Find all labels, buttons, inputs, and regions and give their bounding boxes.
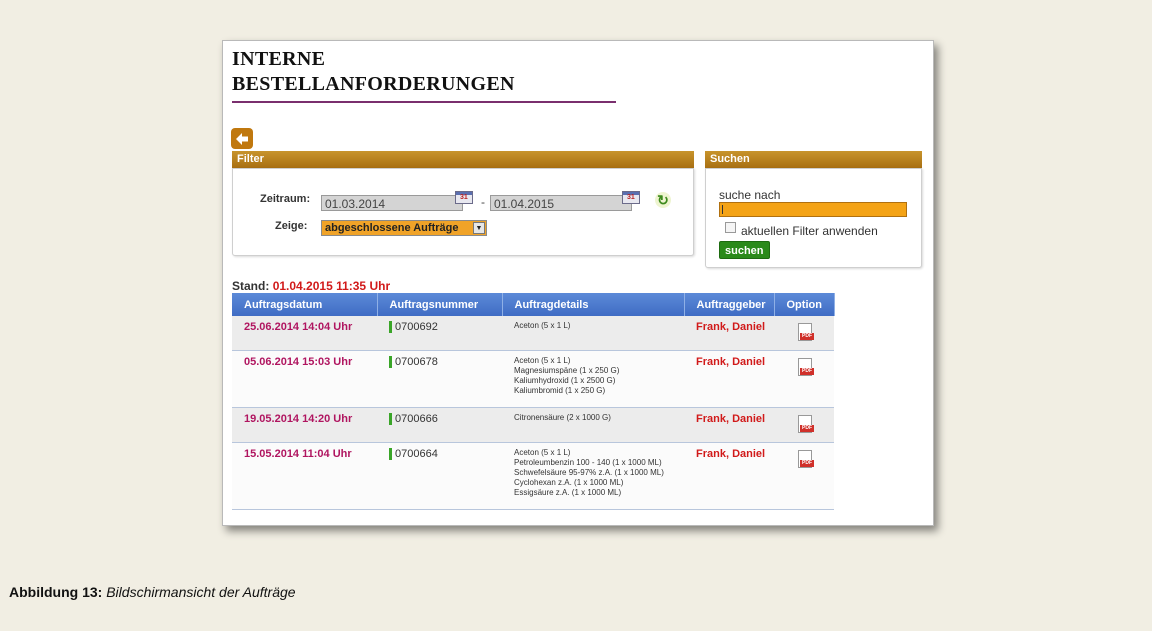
calendar-icon[interactable]	[622, 191, 640, 204]
date-separator: -	[481, 195, 485, 209]
order-client-cell: Frank, Daniel	[684, 316, 774, 351]
filter-panel-title: Filter	[237, 153, 264, 165]
order-date-cell: 25.06.2014 14:04 Uhr	[232, 316, 377, 351]
back-button[interactable]	[231, 128, 253, 149]
table-row: 19.05.2014 14:20 Uhr 0700666 Citronensäu…	[232, 407, 834, 443]
order-date: 19.05.2014 14:20 Uhr	[244, 413, 353, 425]
order-detail-line: Magnesiumspäne (1 x 250 G)	[514, 366, 620, 375]
figure-caption: Abbildung 13: Bildschirmansicht der Auft…	[9, 584, 296, 600]
column-header-number[interactable]: Auftragsnummer	[377, 293, 503, 316]
zeige-select[interactable]: abgeschlossene Aufträge ▼	[321, 220, 487, 236]
order-client-cell: Frank, Daniel	[684, 350, 774, 408]
order-detail-line: Petroleumbenzin 100 - 140 (1 x 1000 ML)	[514, 458, 662, 467]
order-number-cell: 0700678	[377, 350, 502, 408]
order-number-cell: 0700664	[377, 442, 502, 510]
order-number: 0700692	[389, 321, 438, 333]
table-header-row: Auftragsdatum Auftragsnummer Auftragdeta…	[232, 293, 835, 316]
order-detail-line: Kaliumbromid (1 x 250 G)	[514, 386, 606, 395]
search-input[interactable]	[719, 202, 907, 217]
order-client-cell: Frank, Daniel	[684, 442, 774, 510]
column-header-details[interactable]: Auftragdetails	[502, 293, 685, 316]
filter-panel-header: Filter	[232, 151, 694, 168]
order-detail-line: Aceton (5 x 1 L)	[514, 321, 571, 330]
pdf-icon[interactable]: PDF	[796, 323, 814, 343]
order-option-cell: PDF	[774, 442, 834, 510]
order-number-cell: 0700692	[377, 316, 502, 351]
calendar-icon[interactable]	[455, 191, 473, 204]
order-detail-line: Kaliumhydroxid (1 x 2500 G)	[514, 376, 616, 385]
pdf-icon[interactable]: PDF	[796, 358, 814, 378]
order-details-cell: Aceton (5 x 1 L)	[502, 316, 684, 351]
order-client: Frank, Daniel	[696, 356, 766, 368]
order-client-cell: Frank, Daniel	[684, 407, 774, 443]
search-panel: suche nach aktuellen Filter anwenden suc…	[705, 168, 922, 268]
table-row: 15.05.2014 11:04 Uhr 0700664 Aceton (5 x…	[232, 442, 834, 510]
zeige-selected-value: abgeschlossene Aufträge	[325, 222, 459, 234]
order-details-cell: Aceton (5 x 1 L) Magnesiumspäne (1 x 250…	[502, 350, 684, 408]
search-panel-title: Suchen	[710, 153, 750, 165]
order-detail-line: Schwefelsäure 95-97% z.A. (1 x 1000 ML)	[514, 468, 664, 477]
order-details-cell: Citronensäure (2 x 1000 G)	[502, 407, 684, 443]
date-from-value: 01.03.2014	[325, 197, 386, 211]
order-number-cell: 0700666	[377, 407, 502, 443]
caption-text: Bildschirmansicht der Aufträge	[106, 584, 296, 600]
orders-table: Auftragsdatum Auftragsnummer Auftragdeta…	[232, 293, 835, 510]
status-timestamp: Stand: 01.04.2015 11:35 Uhr	[232, 279, 390, 293]
page-title: INTERNE BESTELLANFORDERUNGEN	[232, 47, 515, 97]
date-to-field[interactable]: 01.04.2015	[490, 195, 632, 211]
order-detail-line: Cyclohexan z.A. (1 x 1000 ML)	[514, 478, 624, 487]
order-detail-line: Aceton (5 x 1 L)	[514, 448, 571, 457]
filter-panel: Zeitraum: 01.03.2014 - 01.04.2015 ↻ Zeig…	[232, 168, 694, 256]
order-option-cell: PDF	[774, 316, 834, 351]
column-header-option: Option	[774, 293, 835, 316]
title-line-2: BESTELLANFORDERUNGEN	[232, 73, 515, 95]
order-detail-line: Citronensäure (2 x 1000 G)	[514, 413, 611, 422]
order-option-cell: PDF	[774, 350, 834, 408]
arrow-left-icon	[236, 132, 248, 145]
column-header-date[interactable]: Auftragsdatum	[232, 293, 378, 316]
order-date-cell: 19.05.2014 14:20 Uhr	[232, 407, 377, 443]
search-label: suche nach	[719, 188, 781, 202]
order-number: 0700678	[389, 356, 438, 368]
caption-label: Abbildung 13:	[9, 584, 103, 600]
order-client: Frank, Daniel	[696, 448, 766, 460]
date-to-value: 01.04.2015	[494, 197, 555, 211]
order-number: 0700664	[389, 448, 438, 460]
screenshot-frame: INTERNE BESTELLANFORDERUNGEN Filter Zeit…	[222, 40, 934, 526]
table-row: 25.06.2014 14:04 Uhr 0700692 Aceton (5 x…	[232, 316, 834, 351]
refresh-icon[interactable]: ↻	[655, 192, 671, 208]
order-detail-line: Essigsäure z.A. (1 x 1000 ML)	[514, 488, 622, 497]
pdf-icon[interactable]: PDF	[796, 415, 814, 435]
search-button-label: suchen	[725, 245, 764, 257]
order-date-cell: 05.06.2014 15:03 Uhr	[232, 350, 377, 408]
stand-label: Stand:	[232, 279, 270, 293]
order-date: 15.05.2014 11:04 Uhr	[244, 448, 352, 460]
order-details-cell: Aceton (5 x 1 L) Petroleumbenzin 100 - 1…	[502, 442, 684, 510]
date-from-field[interactable]: 01.03.2014	[321, 195, 463, 211]
pdf-icon[interactable]: PDF	[796, 450, 814, 470]
chevron-down-icon: ▼	[473, 222, 485, 234]
title-line-1: INTERNE	[232, 48, 326, 70]
order-client: Frank, Daniel	[696, 413, 766, 425]
order-option-cell: PDF	[774, 407, 834, 443]
order-client: Frank, Daniel	[696, 321, 766, 333]
zeige-label: Zeige:	[275, 220, 308, 232]
order-date: 25.06.2014 14:04 Uhr	[244, 321, 353, 333]
table-row: 05.06.2014 15:03 Uhr 0700678 Aceton (5 x…	[232, 350, 834, 408]
apply-filter-label: aktuellen Filter anwenden	[741, 224, 878, 238]
stand-value: 01.04.2015 11:35 Uhr	[272, 279, 391, 293]
apply-filter-checkbox[interactable]	[725, 222, 736, 233]
order-date-cell: 15.05.2014 11:04 Uhr	[232, 442, 377, 510]
zeitraum-label: Zeitraum:	[260, 193, 311, 205]
title-underline	[232, 101, 616, 103]
order-number: 0700666	[389, 413, 438, 425]
column-header-client[interactable]: Auftraggeber	[684, 293, 775, 316]
order-date: 05.06.2014 15:03 Uhr	[244, 356, 353, 368]
search-button[interactable]: suchen	[719, 241, 770, 259]
order-detail-line: Aceton (5 x 1 L)	[514, 356, 571, 365]
search-panel-header: Suchen	[705, 151, 922, 168]
